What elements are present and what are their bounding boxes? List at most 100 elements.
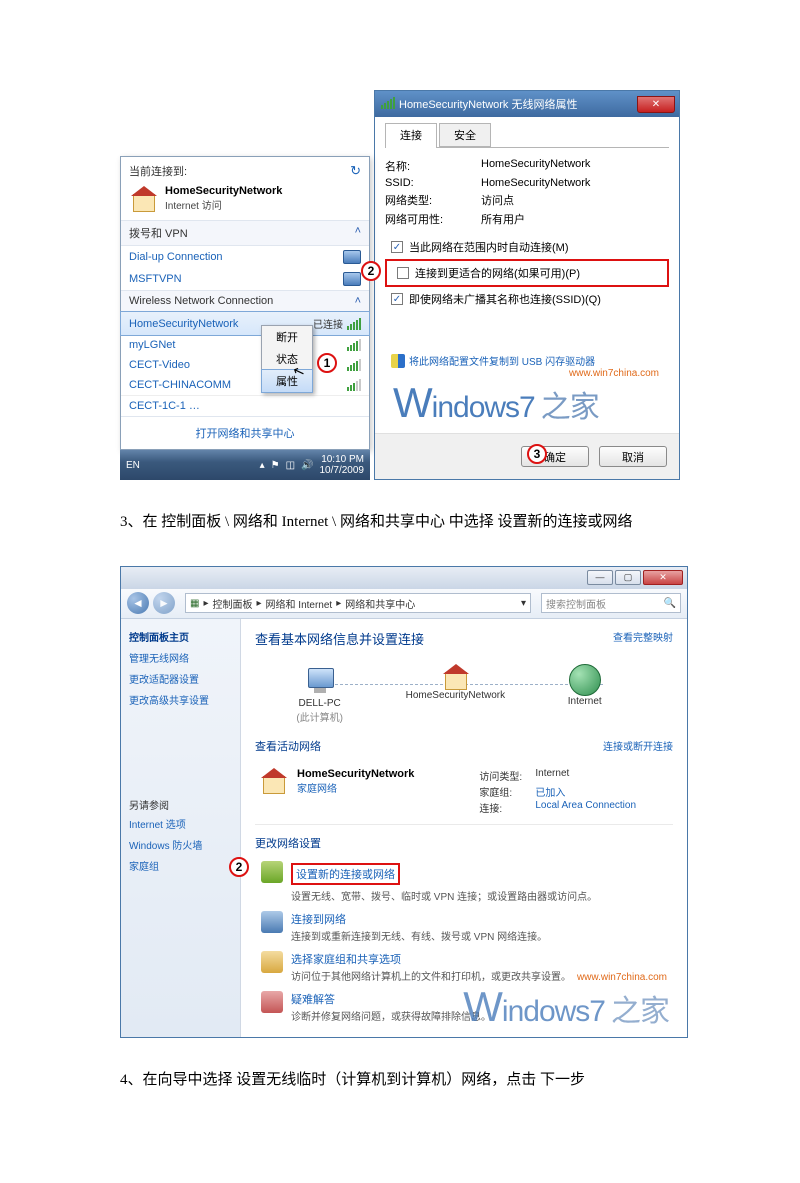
task-icon <box>261 911 283 933</box>
dialog-title: HomeSecurityNetwork 无线网络属性 <box>399 96 577 112</box>
active-name: HomeSecurityNetwork <box>297 768 469 780</box>
chevron-up-icon: ˄ <box>355 225 361 241</box>
breadcrumb[interactable]: ▦ ▸控制面板 ▸网络和 Internet ▸网络和共享中心 ▾ <box>185 593 531 613</box>
clock[interactable]: 10:10 PM 10/7/2009 <box>320 454 365 476</box>
control-panel-icon: ▦ <box>190 598 199 609</box>
sidebar-item[interactable]: 更改高级共享设置 <box>129 692 232 707</box>
watermark-url: www.win7china.com <box>385 368 669 379</box>
current-network-name: HomeSecurityNetwork <box>165 185 282 197</box>
seealso-item[interactable]: Internet 选项 <box>129 816 232 831</box>
task-connect[interactable]: 连接到网络连接到或重新连接到无线、有线、拨号或 VPN 网络连接。 <box>255 907 673 947</box>
change-head: 更改网络设置 <box>255 835 321 851</box>
figure-2: — ▢ ✕ ◄ ► ▦ ▸控制面板 ▸网络和 Internet ▸网络和共享中心… <box>120 566 680 1038</box>
section-wireless[interactable]: Wireless Network Connection˄ <box>121 290 369 312</box>
sidebar: 控制面板主页 管理无线网络 更改适配器设置 更改高级共享设置 另请参阅 Inte… <box>121 619 241 1037</box>
modem-icon <box>343 272 361 286</box>
watermark: www.win7china.com Windows7之家 <box>455 976 677 1031</box>
tray: ▴ ⚑ ◫ 🔊 10:10 PM 10/7/2009 <box>260 454 364 476</box>
section-dialup[interactable]: 拨号和 VPN˄ <box>121 220 369 246</box>
shield-icon <box>391 354 405 368</box>
seealso-head: 另请参阅 <box>129 797 232 812</box>
signal-icon <box>347 318 361 330</box>
seealso-item[interactable]: 家庭组 <box>129 858 232 873</box>
task-new-connection[interactable]: 设置新的连接或网络 设置无线、宽带、拨号、临时或 VPN 连接；或设置路由器或访… <box>255 857 673 907</box>
taskbar: EN ▴ ⚑ ◫ 🔊 10:10 PM 10/7/2009 <box>120 450 370 480</box>
close-button[interactable]: ✕ <box>643 570 683 585</box>
forward-button[interactable]: ► <box>153 592 175 614</box>
cp-titlebar: — ▢ ✕ <box>121 567 687 589</box>
step-3-text: 3、在 控制面板 \ 网络和 Internet \ 网络和共享中心 中选择 设置… <box>120 510 680 536</box>
network-icon[interactable]: ◫ <box>286 460 295 471</box>
house-icon <box>441 664 469 690</box>
connection-link[interactable]: Local Area Connection <box>535 800 636 815</box>
step-4-text: 4、在向导中选择 设置无线临时（计算机到计算机）网络，点击 下一步 <box>120 1068 680 1094</box>
sidebar-head: 控制面板主页 <box>129 629 232 644</box>
sidebar-item[interactable]: 管理无线网络 <box>129 650 232 665</box>
current-network: HomeSecurityNetwork Internet 访问 <box>121 181 369 220</box>
active-sub-link[interactable]: 家庭网络 <box>297 780 469 795</box>
minimize-button[interactable]: — <box>587 570 613 585</box>
check-connect-hidden[interactable]: ✓即使网络未广播其名称也连接(SSID)(Q) <box>385 289 669 309</box>
close-button[interactable]: ✕ <box>637 96 675 113</box>
active-head: 查看活动网络 <box>255 738 321 754</box>
tab-security[interactable]: 安全 <box>439 123 491 147</box>
control-panel-window: — ▢ ✕ ◄ ► ▦ ▸控制面板 ▸网络和 Internet ▸网络和共享中心… <box>120 566 688 1038</box>
wifi-properties-dialog: HomeSecurityNetwork 无线网络属性 ✕ 连接 安全 名称:Ho… <box>374 90 680 480</box>
main-area: 查看基本网络信息并设置连接 查看完整映射 DELL-PC(此计算机) HomeS… <box>241 619 687 1037</box>
lang-indicator[interactable]: EN <box>126 460 140 471</box>
flyout-header: 当前连接到: <box>129 163 187 179</box>
sidebar-item[interactable]: 更改适配器设置 <box>129 671 232 686</box>
network-map: DELL-PC(此计算机) HomeSecurityNetwork Intern… <box>255 658 673 728</box>
dialup-item[interactable]: MSFTVPN <box>121 268 369 290</box>
globe-icon <box>569 664 601 696</box>
tab-connection[interactable]: 连接 <box>385 123 437 148</box>
maximize-button[interactable]: ▢ <box>615 570 641 585</box>
ctx-disconnect[interactable]: 断开 <box>262 326 312 348</box>
dialup-item[interactable]: Dial-up Connection <box>121 246 369 268</box>
active-network: HomeSecurityNetwork 家庭网络 访问类型:Internet 家… <box>255 760 673 825</box>
annotation-3: 3 <box>527 444 547 464</box>
highlight-box: 连接到更适合的网络(如果可用)(P) <box>385 259 669 287</box>
search-input[interactable]: 搜索控制面板🔍 <box>541 593 681 613</box>
back-button[interactable]: ◄ <box>127 592 149 614</box>
pc-icon <box>302 664 338 696</box>
wifi-item-truncated[interactable]: CECT-1C-1 … <box>121 395 369 416</box>
volume-icon[interactable]: 🔊 <box>301 460 313 471</box>
search-icon: 🔍 <box>664 598 676 609</box>
annotation-1: 1 <box>317 353 337 373</box>
current-network-sub: Internet 访问 <box>165 197 282 212</box>
cancel-button[interactable]: 取消 <box>599 446 667 467</box>
watermark: Windows7之家 <box>385 379 669 427</box>
context-menu: 断开 状态 属性 <box>261 325 313 393</box>
wifi-item[interactable]: myLGNet <box>121 335 369 355</box>
fields: 名称:HomeSecurityNetwork SSID:HomeSecurity… <box>385 158 669 227</box>
annotation-2: 2 <box>229 857 249 877</box>
chevron-up-icon: ˄ <box>355 295 361 307</box>
signal-icon <box>347 379 361 391</box>
flag-icon[interactable]: ⚑ <box>271 460 280 471</box>
network-flyout: 当前连接到: ↻ HomeSecurityNetwork Internet 访问… <box>120 156 370 450</box>
house-icon <box>259 768 287 794</box>
nav-bar: ◄ ► ▦ ▸控制面板 ▸网络和 Internet ▸网络和共享中心 ▾ 搜索控… <box>121 589 687 619</box>
homegroup-link[interactable]: 已加入 <box>535 784 565 799</box>
wifi-item[interactable]: CECT-CHINACOMM <box>121 375 369 395</box>
house-icon <box>129 186 157 212</box>
signal-icon <box>381 97 395 109</box>
check-connect-better[interactable]: 连接到更适合的网络(如果可用)(P) <box>391 263 663 283</box>
connect-disconnect-link[interactable]: 连接或断开连接 <box>603 738 673 754</box>
wifi-item-selected[interactable]: HomeSecurityNetwork已连接 <box>120 311 370 336</box>
signal-icon <box>347 359 361 371</box>
tabs: 连接 安全 <box>385 123 669 148</box>
refresh-icon[interactable]: ↻ <box>350 163 361 179</box>
tray-expand-icon[interactable]: ▴ <box>260 460 265 471</box>
task-icon <box>261 951 283 973</box>
ctx-status[interactable]: 状态 <box>262 348 312 370</box>
full-map-link[interactable]: 查看完整映射 <box>613 629 673 644</box>
check-auto-connect[interactable]: ✓当此网络在范围内时自动连接(M) <box>385 237 669 257</box>
task-icon <box>261 861 283 883</box>
modem-icon <box>343 250 361 264</box>
signal-icon <box>347 339 361 351</box>
seealso-item[interactable]: Windows 防火墙 <box>129 837 232 852</box>
flyout-column: 当前连接到: ↻ HomeSecurityNetwork Internet 访问… <box>120 156 370 480</box>
open-network-center-link[interactable]: 打开网络和共享中心 <box>121 416 369 449</box>
